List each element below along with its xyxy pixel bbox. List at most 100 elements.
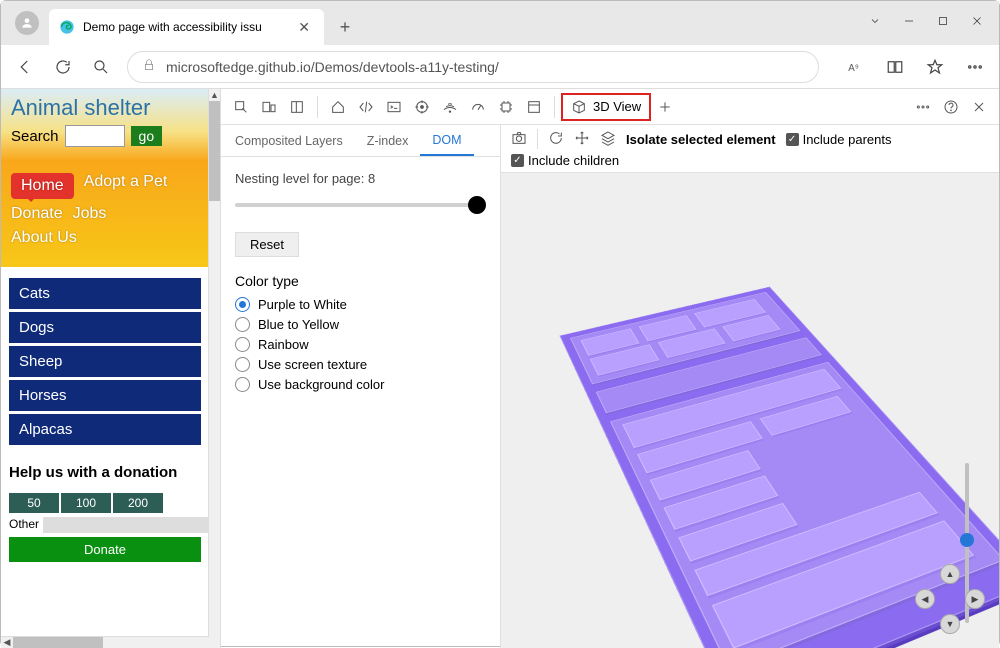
reader-icon[interactable] xyxy=(883,55,907,79)
back-button[interactable] xyxy=(13,55,37,79)
3d-view-tab[interactable]: 3D View xyxy=(561,93,651,121)
tab-zindex[interactable]: Z-index xyxy=(355,125,421,156)
main-nav: HomeAdopt a Pet DonateJobs About Us xyxy=(1,161,209,267)
include-parents-checkbox[interactable]: Include parents xyxy=(786,132,892,147)
tab-close-icon[interactable]: ✕ xyxy=(294,19,314,36)
color-option[interactable]: Use background color xyxy=(235,377,486,392)
rendered-page: Animal shelter Search go Home Adopt a Pet… xyxy=(1,89,221,648)
donation-other-input[interactable] xyxy=(43,517,220,533)
retake-icon[interactable] xyxy=(548,130,564,149)
dpad-right[interactable]: ▶ xyxy=(965,589,985,609)
inspect-icon[interactable] xyxy=(227,93,255,121)
3d-view-label: 3D View xyxy=(593,99,641,114)
3d-view-sidebar: Composited Layers Z-index DOM Nesting le… xyxy=(221,125,501,648)
lock-icon xyxy=(142,58,156,75)
toolbar-more-icon[interactable] xyxy=(909,93,937,121)
donation-section: Help us with a donation 50 100 200 Other… xyxy=(1,456,209,570)
layers-icon[interactable] xyxy=(600,130,616,149)
nav-home[interactable]: Home xyxy=(11,173,74,199)
3d-visualization[interactable]: ▲ ▼ ◀ ▶ xyxy=(501,173,999,648)
donation-amount[interactable]: 100 xyxy=(61,493,111,513)
new-tab-button[interactable]: + xyxy=(330,12,360,42)
maximize-button[interactable] xyxy=(927,7,959,35)
browser-tab[interactable]: Demo page with accessibility issu ✕ xyxy=(49,9,324,45)
screenshot-icon[interactable] xyxy=(511,130,527,149)
rotate-dpad: ▲ ▼ ◀ ▶ xyxy=(915,564,985,634)
dpad-left[interactable]: ◀ xyxy=(915,589,935,609)
color-option[interactable]: Use screen texture xyxy=(235,357,486,372)
read-aloud-icon[interactable]: A⁹ xyxy=(843,55,867,79)
category-item[interactable]: Horses xyxy=(9,380,201,411)
svg-text:A⁹: A⁹ xyxy=(848,62,859,73)
category-item[interactable]: Dogs xyxy=(9,312,201,343)
nav-jobs[interactable]: Jobs xyxy=(73,205,107,223)
donation-heading: Help us with a donation xyxy=(9,464,201,481)
memory-icon[interactable] xyxy=(492,93,520,121)
color-option[interactable]: Rainbow xyxy=(235,337,486,352)
nesting-level-label: Nesting level for page: 8 xyxy=(235,171,486,186)
color-option[interactable]: Blue to Yellow xyxy=(235,317,486,332)
nesting-slider[interactable] xyxy=(235,196,486,214)
close-devtools-icon[interactable] xyxy=(965,93,993,121)
color-type-heading: Color type xyxy=(235,273,486,289)
radio-icon xyxy=(235,337,250,352)
page-title: Animal shelter xyxy=(11,95,199,121)
sources-icon[interactable] xyxy=(408,93,436,121)
tab-dom[interactable]: DOM xyxy=(420,125,473,156)
radio-icon xyxy=(235,377,250,392)
reset-button[interactable]: Reset xyxy=(235,232,299,257)
radio-icon xyxy=(235,317,250,332)
cube-icon xyxy=(571,99,587,115)
nav-adopt[interactable]: Adopt a Pet xyxy=(84,173,168,199)
console-icon[interactable] xyxy=(380,93,408,121)
close-window-button[interactable] xyxy=(961,7,993,35)
category-item[interactable]: Sheep xyxy=(9,346,201,377)
donation-other-label: Other xyxy=(9,517,39,533)
category-item[interactable]: Alpacas xyxy=(9,414,201,445)
favorite-icon[interactable] xyxy=(923,55,947,79)
performance-icon[interactable] xyxy=(464,93,492,121)
search-go-button[interactable]: go xyxy=(131,126,163,146)
profile-avatar[interactable] xyxy=(15,11,39,35)
dpad-up[interactable]: ▲ xyxy=(940,564,960,584)
url-text: microsoftedge.github.io/Demos/devtools-a… xyxy=(166,59,499,75)
network-icon[interactable] xyxy=(436,93,464,121)
search-label: Search xyxy=(11,128,59,145)
address-bar: microsoftedge.github.io/Demos/devtools-a… xyxy=(1,45,999,89)
nav-about[interactable]: About Us xyxy=(11,229,77,247)
minimize-button[interactable] xyxy=(893,7,925,35)
device-icon[interactable] xyxy=(255,93,283,121)
search-input[interactable] xyxy=(65,125,125,147)
category-item[interactable]: Cats xyxy=(9,278,201,309)
donation-amount[interactable]: 50 xyxy=(9,493,59,513)
refresh-button[interactable] xyxy=(51,55,75,79)
donation-amount[interactable]: 200 xyxy=(113,493,163,513)
dock-icon[interactable] xyxy=(283,93,311,121)
application-icon[interactable] xyxy=(520,93,548,121)
help-icon[interactable] xyxy=(937,93,965,121)
add-tool-icon[interactable] xyxy=(651,93,679,121)
include-children-checkbox[interactable]: Include children xyxy=(511,153,619,168)
elements-icon[interactable] xyxy=(352,93,380,121)
more-icon[interactable] xyxy=(963,55,987,79)
devtools-toolbar: 3D View xyxy=(221,89,999,125)
tab-composited[interactable]: Composited Layers xyxy=(223,125,355,156)
page-scrollbar-horizontal[interactable]: ◀ xyxy=(1,636,209,648)
window-controls xyxy=(859,7,993,35)
3d-view-canvas-panel: Isolate selected element Include parents… xyxy=(501,125,999,648)
donate-button[interactable]: Donate xyxy=(9,537,201,562)
dpad-down[interactable]: ▼ xyxy=(940,614,960,634)
tab-actions-icon[interactable] xyxy=(859,7,891,35)
color-option[interactable]: Purple to White xyxy=(235,297,486,312)
tab-title: Demo page with accessibility issu xyxy=(83,20,262,34)
category-list: Cats Dogs Sheep Horses Alpacas xyxy=(1,267,209,456)
url-box[interactable]: microsoftedge.github.io/Demos/devtools-a… xyxy=(127,51,819,83)
pan-icon[interactable] xyxy=(574,130,590,149)
radio-icon xyxy=(235,357,250,372)
search-icon[interactable] xyxy=(89,55,113,79)
devtools: 3D View Composited Layers Z-index DOM Ne… xyxy=(221,89,999,648)
edge-favicon-icon xyxy=(59,19,75,35)
page-scrollbar-vertical[interactable]: ▲ xyxy=(208,89,220,648)
welcome-icon[interactable] xyxy=(324,93,352,121)
isolate-label: Isolate selected element xyxy=(626,132,776,147)
